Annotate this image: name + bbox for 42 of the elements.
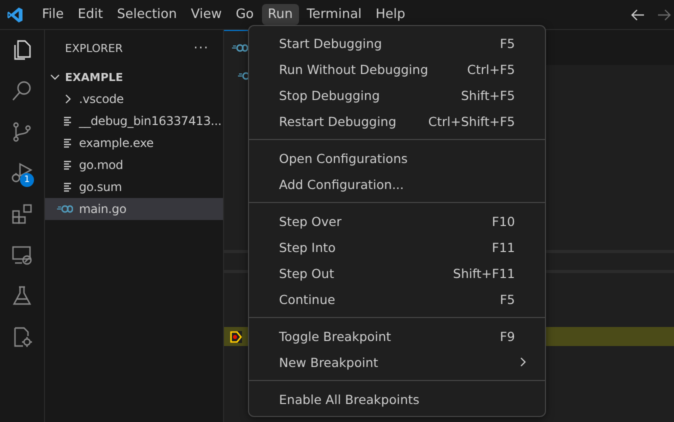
- menu-item[interactable]: View: [184, 4, 228, 25]
- lines-icon: [63, 182, 73, 192]
- tree-item[interactable]: main.go: [45, 198, 223, 220]
- notification-badge: 1: [20, 173, 34, 187]
- menu-item[interactable]: Restart Debugging Ctrl+Shift+F5: [249, 108, 545, 134]
- back-arrow-icon[interactable]: [630, 6, 646, 22]
- breakpoint-arrow-icon: [230, 330, 242, 342]
- menu-item[interactable]: Edit: [72, 4, 109, 25]
- tree-item[interactable]: example.exe: [45, 132, 223, 154]
- menu-item[interactable]: Help: [370, 4, 412, 25]
- tree-item[interactable]: __debug_bin16337413...: [45, 110, 223, 132]
- menu-item[interactable]: Selection: [110, 4, 183, 25]
- menu-item[interactable]: Run Without Debugging Ctrl+F5: [249, 56, 545, 82]
- sidebar-title: EXPLORER: [65, 42, 123, 54]
- file-type-icon: [57, 205, 73, 213]
- menu-item[interactable]: Step Into F11: [249, 234, 545, 260]
- lines-icon: [63, 160, 73, 170]
- bug-play-icon[interactable]: [10, 161, 34, 185]
- tree-item[interactable]: EXAMPLE: [45, 66, 223, 88]
- tree-item[interactable]: .vscode: [45, 88, 223, 110]
- menu-item[interactable]: Step Over F10: [249, 208, 545, 234]
- menu-item[interactable]: Toggle Breakpoint F9: [249, 323, 545, 349]
- menu-item[interactable]: File: [36, 4, 70, 25]
- menu-item[interactable]: Start Debugging F5: [249, 30, 545, 56]
- lines-icon: [63, 116, 73, 126]
- file-type-icon: [232, 44, 248, 52]
- menu-item[interactable]: Continue F5: [249, 286, 545, 312]
- menu-item[interactable]: Open Configurations: [249, 145, 545, 171]
- tree-item[interactable]: go.sum: [45, 176, 223, 198]
- menu-item[interactable]: Stop Debugging Shift+F5: [249, 82, 545, 108]
- menu-item[interactable]: Step Out Shift+F11: [249, 260, 545, 286]
- tree-item[interactable]: go.mod: [45, 154, 223, 176]
- app-logo-icon: [6, 6, 24, 24]
- blocks-icon[interactable]: [10, 202, 34, 226]
- menu-item[interactable]: Run: [262, 4, 299, 25]
- more-actions-button[interactable]: ···: [194, 40, 209, 56]
- lines-icon: [63, 138, 73, 148]
- menu-item[interactable]: Terminal: [300, 4, 368, 25]
- menu-item[interactable]: Go: [230, 4, 260, 25]
- menu-item[interactable]: Enable All Breakpoints: [249, 386, 545, 412]
- menu-item[interactable]: Add Configuration...: [249, 171, 545, 197]
- menu-item[interactable]: New Breakpoint: [249, 349, 545, 375]
